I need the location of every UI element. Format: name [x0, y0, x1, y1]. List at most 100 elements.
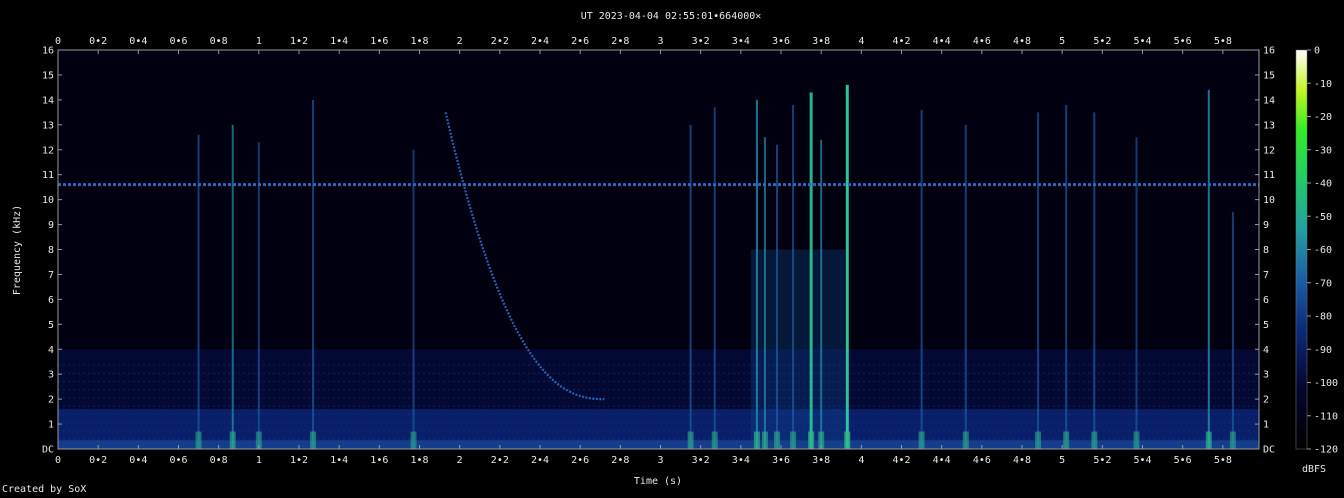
x-tick-label-top: 0•8	[210, 36, 228, 47]
colorbar-tick-label: -40	[1314, 179, 1332, 190]
x-tick-label-bottom: 1•2	[290, 455, 308, 466]
y-tick-label-right: DC	[1263, 445, 1275, 456]
x-tick-label-top: 4•2	[892, 36, 910, 47]
y-tick-label-right: 14	[1263, 95, 1275, 106]
colorbar-tick-label: -60	[1314, 245, 1332, 256]
x-tick-label-top: 0•6	[169, 36, 187, 47]
impulse-base	[1091, 431, 1098, 449]
x-tick-label-top: 1•4	[330, 36, 348, 47]
y-tick-label-left: 6	[48, 295, 54, 306]
impulse-base	[761, 431, 768, 449]
x-tick-label-top: 3•2	[692, 36, 710, 47]
x-tick-label-bottom: 4	[858, 455, 864, 466]
y-tick-label-left: 8	[48, 245, 54, 256]
impulse-base	[962, 431, 969, 449]
y-tick-label-right: 12	[1263, 145, 1275, 156]
x-tick-label-bottom: 0•6	[169, 455, 187, 466]
y-tick-label-right: 1	[1263, 420, 1269, 431]
x-tick-label-top: 1•6	[370, 36, 388, 47]
x-tick-label-top: 3•4	[732, 36, 750, 47]
x-tick-label-bottom: 0•2	[89, 455, 107, 466]
x-tick-label-bottom: 1•8	[410, 455, 428, 466]
y-tick-label-left: 7	[48, 270, 54, 281]
colorbar-ticks: 0 -10 -20 -30 -40 -50 -60 -70 -80 -90 -100 -110 -120	[1307, 46, 1338, 456]
x-tick-label-bottom: 5•4	[1133, 455, 1151, 466]
colorbar-tick-label: -110	[1314, 411, 1338, 422]
x-tick-label-bottom: 5•8	[1214, 455, 1232, 466]
y-tick-label-left: 10	[42, 195, 54, 206]
x-tick-label-bottom: 3•4	[732, 455, 750, 466]
x-tick-label-bottom: 2•4	[531, 455, 549, 466]
x-tick-label-top: 3•6	[772, 36, 790, 47]
x-tick-label-bottom: 0•4	[129, 455, 147, 466]
x-tick-label-top: 5•4	[1133, 36, 1151, 47]
x-tick-label-top: 3	[657, 36, 663, 47]
colorbar-tick-label: -30	[1314, 145, 1332, 156]
y-tick-label-left: 5	[48, 320, 54, 331]
colorbar-tick-label: 0	[1314, 46, 1320, 57]
x-tick-label-top: 0	[55, 36, 61, 47]
colorbar-tick-label: -10	[1314, 79, 1332, 90]
y-tick-label-left: 14	[42, 95, 54, 106]
x-tick-label-top: 0•2	[89, 36, 107, 47]
chart-title: UT 2023-04-04 02:55:01•664000✕	[581, 11, 762, 22]
impulse-base	[753, 431, 760, 449]
x-tick-label-top: 2•4	[531, 36, 549, 47]
y-tick-label-left: 12	[42, 145, 54, 156]
x-tick-label-top: 1•2	[290, 36, 308, 47]
x-tick-label-top: 4•4	[933, 36, 951, 47]
impulse-base	[687, 431, 694, 449]
y-tick-label-right: 7	[1263, 270, 1269, 281]
impulse-base	[711, 431, 718, 449]
y-tick-label-right: 15	[1263, 70, 1275, 81]
x-tick-label-bottom: 2•8	[611, 455, 629, 466]
impulse-base	[195, 431, 202, 449]
x-tick-label-top: 5•6	[1174, 36, 1192, 47]
x-tick-label-bottom: 4•2	[892, 455, 910, 466]
y-tick-label-right: 6	[1263, 295, 1269, 306]
y-tick-label-left: 11	[42, 170, 54, 181]
y-tick-label-right: 2	[1263, 395, 1269, 406]
x-tick-label-bottom: 4•8	[1013, 455, 1031, 466]
colorbar: 0 -10 -20 -30 -40 -50 -60 -70 -80 -90 -100 -110 -120…	[1295, 46, 1338, 475]
x-tick-label-top: 5•8	[1214, 36, 1232, 47]
x-tick-label-bottom: 0•8	[210, 455, 228, 466]
plot-area	[58, 50, 1259, 449]
x-tick-label-top: 2•2	[491, 36, 509, 47]
x-axis-label: Time (s)	[634, 476, 682, 487]
y-tick-label-right: 3	[1263, 370, 1269, 381]
x-tick-label-top: 2	[457, 36, 463, 47]
x-tick-label-bottom: 2•6	[571, 455, 589, 466]
y-tick-label-left: 9	[48, 220, 54, 231]
impulse-base	[790, 431, 797, 449]
x-tick-label-bottom: 1	[256, 455, 262, 466]
y-tick-label-right: 16	[1263, 46, 1275, 57]
x-tick-label-top: 0•4	[129, 36, 147, 47]
impulse-base	[1063, 431, 1070, 449]
impulse-base	[1035, 431, 1042, 449]
x-tick-label-bottom: 3	[657, 455, 663, 466]
x-tick-label-bottom: 1•6	[370, 455, 388, 466]
x-tick-label-bottom: 1•4	[330, 455, 348, 466]
y-tick-label-right: 5	[1263, 320, 1269, 331]
impulse-base	[229, 431, 236, 449]
x-tick-label-top: 2•6	[571, 36, 589, 47]
colorbar-tick-label: -50	[1314, 212, 1332, 223]
impulse-base	[1133, 431, 1140, 449]
colorbar-label: dBFS	[1302, 464, 1326, 475]
x-tick-label-top: 3•8	[812, 36, 830, 47]
x-tick-label-top: 1•8	[410, 36, 428, 47]
y-tick-label-left: 3	[48, 370, 54, 381]
y-tick-label-right: 8	[1263, 245, 1269, 256]
footer-credit: Created by SoX	[2, 484, 87, 495]
x-tick-label-top: 4	[858, 36, 864, 47]
x-tick-label-top: 4•8	[1013, 36, 1031, 47]
y-tick-label-right: 11	[1263, 170, 1275, 181]
x-tick-label-bottom: 0	[55, 455, 61, 466]
impulse-base	[310, 431, 317, 449]
noise-band	[58, 440, 1259, 449]
x-tick-label-top: 1	[256, 36, 262, 47]
y-axis-label: Frequency (kHz)	[12, 205, 23, 295]
colorbar-tick-label: -80	[1314, 312, 1332, 323]
y-tick-label-right: 10	[1263, 195, 1275, 206]
